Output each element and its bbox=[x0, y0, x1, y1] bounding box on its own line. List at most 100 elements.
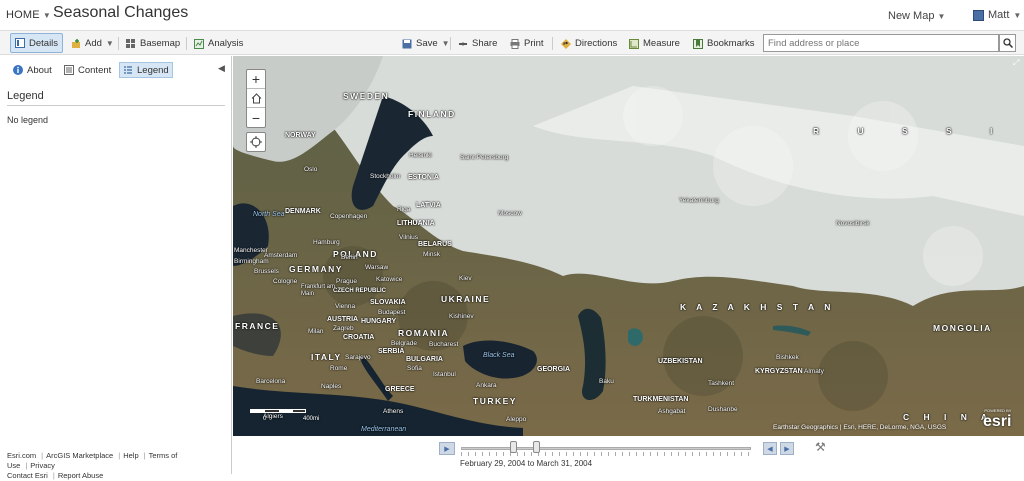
city-label: Athens bbox=[383, 408, 404, 415]
share-icon bbox=[459, 42, 467, 45]
directions-icon bbox=[561, 38, 571, 49]
city-label: Almaty bbox=[804, 368, 824, 375]
footer-link-report[interactable]: Report Abuse bbox=[58, 471, 103, 480]
city-label: Bucharest bbox=[429, 341, 459, 348]
city-label: Warsaw bbox=[365, 264, 389, 271]
scale-label: 400mi bbox=[303, 416, 320, 422]
map-label: R U S S I A bbox=[813, 126, 1024, 136]
city-label: Riga bbox=[397, 206, 411, 213]
play-button[interactable]: ▶ bbox=[439, 442, 455, 455]
slider-start-handle[interactable] bbox=[510, 441, 517, 453]
tab-about[interactable]: About bbox=[10, 62, 55, 78]
print-label: Print bbox=[524, 38, 544, 49]
user-name: Matt bbox=[988, 9, 1010, 21]
footer-link-privacy[interactable]: Privacy bbox=[30, 461, 55, 470]
home-menu[interactable]: HOME ▼ bbox=[6, 9, 51, 21]
city-label: Vilnius bbox=[399, 234, 419, 241]
tab-content[interactable]: Content bbox=[61, 62, 114, 78]
zoom-in-button[interactable]: + bbox=[247, 70, 265, 89]
footer-link-esri[interactable]: Esri.com bbox=[7, 451, 36, 460]
map-label: MONGOLIA bbox=[933, 323, 992, 333]
share-button[interactable]: Share bbox=[458, 34, 497, 53]
city-label: Bishkek bbox=[776, 354, 799, 361]
bookmarks-button[interactable]: Bookmarks bbox=[693, 34, 755, 53]
map-label: TURKEY bbox=[473, 396, 517, 406]
tab-legend[interactable]: Legend bbox=[119, 62, 173, 78]
basemap-button[interactable]: Basemap bbox=[126, 34, 180, 53]
map-label: SLOVAKIA bbox=[370, 299, 406, 306]
tab-legend-label: Legend bbox=[137, 64, 169, 76]
analysis-button[interactable]: Analysis bbox=[194, 34, 243, 53]
collapse-panel-icon[interactable]: ◀ bbox=[218, 63, 225, 74]
chevron-down-icon: ▼ bbox=[105, 39, 114, 48]
previous-button[interactable]: ◀ bbox=[763, 442, 777, 455]
add-button[interactable]: Add ▼ bbox=[71, 34, 114, 53]
analysis-icon bbox=[194, 38, 204, 49]
details-button[interactable]: Details bbox=[10, 33, 63, 53]
map-label: HUNGARY bbox=[361, 318, 397, 325]
city-label: Frankfurt am Main bbox=[301, 284, 336, 297]
city-label: Helsinki bbox=[409, 152, 432, 159]
info-icon bbox=[13, 65, 23, 75]
map-label: SWEDEN bbox=[343, 91, 390, 101]
slider-track[interactable] bbox=[461, 447, 751, 450]
city-label: Naples bbox=[321, 383, 342, 390]
map-label: DENMARK bbox=[285, 208, 321, 215]
avatar bbox=[973, 9, 984, 21]
content-icon bbox=[64, 65, 74, 75]
settings-icon[interactable]: ⚒ bbox=[815, 440, 829, 454]
map-label: GEORGIA bbox=[537, 366, 571, 373]
map-view[interactable]: SWEDEN FINLAND NORWAY R U S S I A DENMAR… bbox=[233, 56, 1024, 436]
toolbar-divider bbox=[186, 37, 187, 50]
chevron-down-icon: ▼ bbox=[441, 39, 450, 48]
search-icon bbox=[1002, 38, 1013, 48]
save-button[interactable]: Save ▼ bbox=[402, 34, 450, 53]
footer-link-marketplace[interactable]: ArcGIS Marketplace bbox=[46, 451, 113, 460]
city-label: Katowice bbox=[376, 276, 403, 283]
home-icon bbox=[251, 92, 261, 103]
tab-content-label: Content bbox=[78, 64, 112, 76]
home-extent-button[interactable] bbox=[247, 89, 265, 108]
map-label: NORWAY bbox=[285, 132, 316, 139]
time-range-label: February 29, 2004 to March 31, 2004 bbox=[460, 459, 593, 468]
directions-button[interactable]: Directions bbox=[561, 34, 617, 53]
next-icon: ▶ bbox=[784, 445, 790, 453]
map-attribution: Earthstar Geographics | Esri, HERE, DeLo… bbox=[773, 424, 947, 431]
zoom-out-button[interactable]: − bbox=[247, 108, 265, 127]
print-icon bbox=[510, 38, 520, 49]
footer-link-help[interactable]: Help bbox=[123, 451, 138, 460]
next-button[interactable]: ▶ bbox=[780, 442, 794, 455]
esri-logo: POWERED BY esri bbox=[983, 408, 1011, 431]
basemap-icon bbox=[126, 38, 135, 48]
locate-icon bbox=[250, 136, 262, 148]
city-label: Stockholm bbox=[370, 173, 401, 180]
locate-button[interactable] bbox=[246, 132, 266, 152]
basemap-label: Basemap bbox=[140, 38, 181, 49]
search-input[interactable] bbox=[763, 34, 999, 52]
map-label: ESTONIA bbox=[408, 174, 439, 181]
map-label: North Sea bbox=[253, 211, 285, 218]
add-label: Add bbox=[85, 38, 102, 49]
city-label: Rome bbox=[330, 365, 348, 372]
city-label: Barcelona bbox=[256, 378, 286, 385]
search-button[interactable] bbox=[999, 34, 1016, 52]
expand-icon[interactable]: ⤢ bbox=[1013, 58, 1019, 68]
directions-label: Directions bbox=[575, 38, 618, 49]
user-menu[interactable]: Matt ▼ bbox=[973, 9, 1021, 21]
app-header: HOME ▼ Seasonal Changes New Map ▼ Matt ▼ bbox=[0, 0, 1024, 30]
city-label: Aleppo bbox=[506, 416, 527, 423]
scale-bar bbox=[250, 409, 306, 413]
measure-button[interactable]: Measure bbox=[629, 34, 680, 53]
new-map-menu[interactable]: New Map ▼ bbox=[888, 10, 945, 22]
footer-link-contact[interactable]: Contact Esri bbox=[7, 471, 48, 480]
city-label: Saint Petersburg bbox=[460, 154, 509, 161]
city-label: Belgrade bbox=[391, 340, 418, 347]
city-label: Milan bbox=[308, 328, 324, 335]
city-label: Brussels bbox=[254, 268, 279, 275]
toolbar-divider bbox=[118, 37, 119, 50]
chevron-down-icon: ▼ bbox=[937, 12, 946, 21]
city-label: Ashgabat bbox=[658, 408, 686, 415]
slider-end-handle[interactable] bbox=[533, 441, 540, 453]
details-icon bbox=[15, 38, 25, 48]
print-button[interactable]: Print bbox=[510, 34, 544, 53]
